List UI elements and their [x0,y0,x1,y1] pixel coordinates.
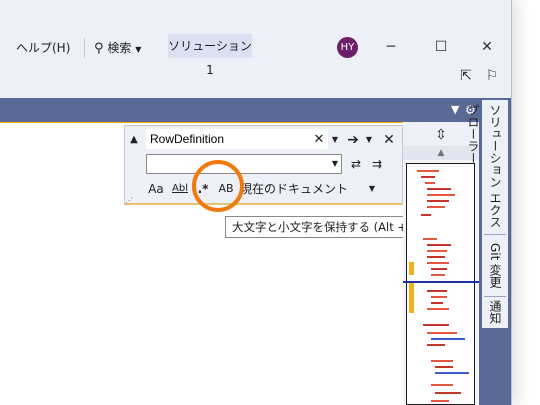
replace-input[interactable] [146,154,342,174]
search-menu[interactable]: ⚲ 検索 ▼ [94,38,141,58]
editor-accent-line [0,122,403,123]
search-scope-select[interactable]: 現在のドキュメント [240,180,348,198]
match-case-toggle[interactable]: Aa [147,180,165,198]
find-next-icon[interactable]: ➔ [344,131,362,149]
highlight-circle [192,160,244,212]
tab-separator [484,234,506,235]
feedback-icon[interactable]: ⚐ [482,66,502,86]
find-options-chevron-icon[interactable]: ▼ [364,131,374,149]
collapse-replace-icon[interactable]: ▲ [127,131,141,149]
minimap-page [406,163,475,405]
split-editor-icon[interactable]: ⇳ [432,126,450,144]
tab-list-chevron-icon[interactable]: ▼ [451,98,459,122]
tab-git-changes[interactable]: Git 変更 [484,243,506,291]
minimap-change-marker [409,283,414,313]
search-label: 検索 [107,41,132,55]
resize-grip-icon[interactable]: ⋰ [124,192,134,210]
minimap-caret-line [403,281,479,283]
tab-notifications[interactable]: 通知 [484,300,506,328]
scope-chevron-icon[interactable]: ▼ [366,180,378,198]
share-icon[interactable]: ⇱ [456,66,476,86]
whole-word-toggle[interactable]: Abl [171,180,189,198]
document-tab-strip [0,98,511,122]
tab-solution-explorer[interactable]: ソリューション エクスプローラー [466,104,506,228]
minimize-button[interactable]: ─ [378,36,404,58]
tooltip: 大文字と小文字を保持する (Alt + V) [225,216,431,238]
replace-all-icon[interactable]: ⇉ [368,155,386,173]
menu-separator [84,38,85,58]
solution-name-badge[interactable]: ソリューション1 [168,34,252,77]
search-icon: ⚲ [94,41,104,56]
chevron-down-icon: ▼ [135,45,142,54]
ide-window: ヘルプ(H) ⚲ 検索 ▼ ソリューション1 HY ─ ☐ ✕ ⇱ ⚐ ▼ ⚙ … [0,0,512,405]
replace-next-icon[interactable]: ⇄ [348,155,364,173]
find-input[interactable] [146,129,328,149]
clear-find-icon[interactable]: ✕ [311,131,327,149]
close-find-icon[interactable]: ✕ [381,131,397,149]
menu-help[interactable]: ヘルプ(H) [16,38,70,58]
maximize-button[interactable]: ☐ [428,36,454,58]
avatar[interactable]: HY [337,37,358,58]
tab-separator [484,296,506,297]
menu-bar: ヘルプ(H) ⚲ 検索 ▼ ソリューション1 HY ─ ☐ ✕ ⇱ ⚐ [0,0,511,84]
close-window-button[interactable]: ✕ [474,36,500,58]
replace-history-chevron-icon[interactable]: ▼ [329,155,341,173]
minimap-change-marker [409,262,414,275]
find-history-chevron-icon[interactable]: ▼ [330,131,340,149]
